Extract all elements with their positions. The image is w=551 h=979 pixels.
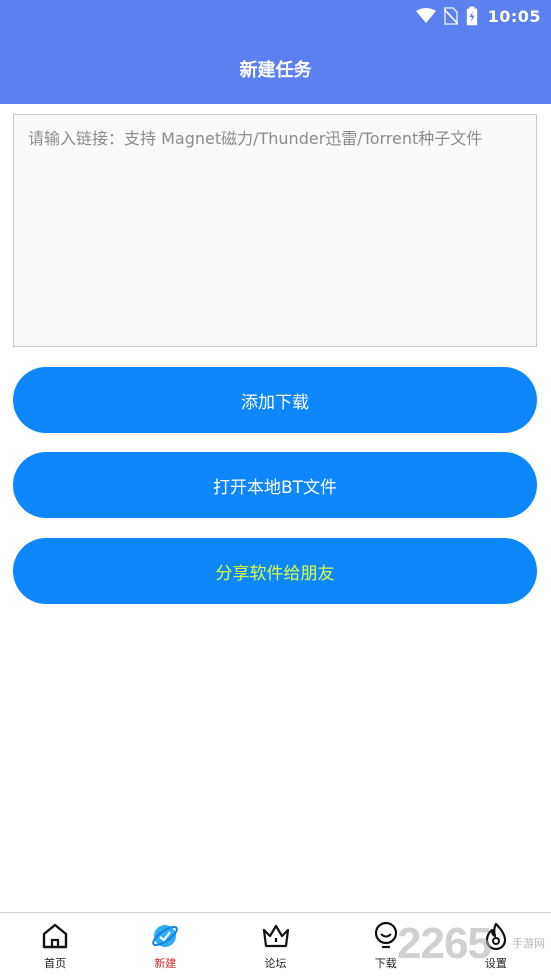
nav-item-settings[interactable]: 设置 bbox=[441, 913, 551, 979]
nav-item-forum[interactable]: 论坛 bbox=[220, 913, 330, 979]
link-input[interactable] bbox=[14, 115, 536, 346]
open-local-bt-button[interactable]: 打开本地BT文件 bbox=[13, 452, 537, 518]
nav-item-home[interactable]: 首页 bbox=[0, 913, 110, 979]
crown-icon bbox=[261, 921, 291, 951]
nav-item-new[interactable]: 新建 bbox=[110, 913, 220, 979]
page-title: 新建任务 bbox=[239, 60, 312, 81]
nav-label-home: 首页 bbox=[44, 957, 67, 970]
status-bar: 10:05 bbox=[0, 0, 551, 32]
lightbulb-icon bbox=[371, 921, 401, 951]
nav-label-settings: 设置 bbox=[484, 957, 507, 970]
wifi-icon bbox=[415, 8, 436, 24]
nav-label-new: 新建 bbox=[154, 957, 177, 970]
link-input-box bbox=[13, 114, 537, 347]
battery-charging-icon bbox=[466, 6, 478, 26]
share-app-button[interactable]: 分享软件给朋友 bbox=[13, 538, 537, 604]
planet-icon bbox=[150, 921, 180, 951]
nav-label-download: 下载 bbox=[374, 957, 397, 970]
app-bar: 10:05 新建任务 bbox=[0, 0, 551, 104]
no-sim-icon bbox=[443, 7, 458, 25]
share-app-label: 分享软件给朋友 bbox=[215, 563, 335, 584]
bottom-nav: 首页 新建 论坛 下载 设置 bbox=[0, 912, 551, 979]
nav-item-download[interactable]: 下载 bbox=[331, 913, 441, 979]
fire-icon bbox=[481, 921, 511, 951]
home-icon bbox=[40, 921, 70, 951]
add-download-button[interactable]: 添加下载 bbox=[13, 367, 537, 433]
add-download-label: 添加下载 bbox=[241, 392, 309, 413]
status-time: 10:05 bbox=[487, 6, 541, 26]
nav-label-forum: 论坛 bbox=[264, 957, 287, 970]
open-local-bt-label: 打开本地BT文件 bbox=[212, 477, 338, 498]
